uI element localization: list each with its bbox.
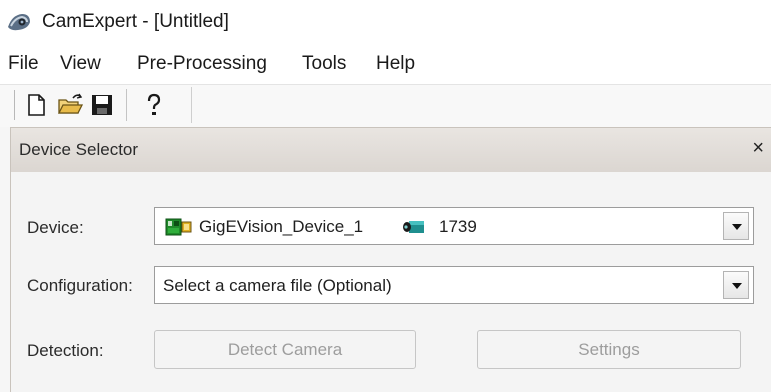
configuration-value: Select a camera file (Optional) <box>163 276 392 295</box>
new-document-icon[interactable] <box>22 91 50 119</box>
device-serial: 1739 <box>439 217 477 236</box>
open-folder-icon[interactable] <box>56 91 84 119</box>
menu-help[interactable]: Help <box>376 53 415 75</box>
window-title: CamExpert - [Untitled] <box>42 11 229 32</box>
menu-view[interactable]: View <box>60 53 101 75</box>
menu-file[interactable]: File <box>8 53 39 75</box>
menu-tools[interactable]: Tools <box>302 53 346 75</box>
panel-header: Device Selector × <box>10 127 771 172</box>
close-icon[interactable]: × <box>752 137 764 160</box>
toolbar-grip[interactable] <box>14 90 17 120</box>
device-dropdown-arrow[interactable] <box>723 212 749 240</box>
detect-camera-button[interactable]: Detect Camera <box>154 330 416 369</box>
device-selector-panel: Device Selector × Device: GigEVision_Dev… <box>0 127 771 392</box>
help-icon[interactable] <box>140 91 168 119</box>
configuration-dropdown-arrow[interactable] <box>723 271 749 299</box>
save-disk-icon[interactable] <box>88 91 116 119</box>
device-value: GigEVision_Device_1 <box>199 217 364 236</box>
menu-pre-processing[interactable]: Pre-Processing <box>137 53 267 75</box>
detection-label: Detection: <box>27 341 104 360</box>
camera-icon <box>403 221 424 233</box>
configuration-label: Configuration: <box>27 276 133 295</box>
panel-body: Device: GigEVision_Device_1 1739 Configu… <box>10 172 771 392</box>
panel-title: Device Selector <box>19 140 139 159</box>
menu-bar: File View Pre-Processing Tools Help <box>0 47 771 85</box>
configuration-dropdown[interactable]: Select a camera file (Optional) <box>154 266 754 304</box>
device-board-icon <box>165 218 192 236</box>
camexpert-app-icon[interactable] <box>6 11 32 33</box>
device-label: Device: <box>27 218 84 237</box>
toolbar-end-divider <box>191 87 192 123</box>
settings-button[interactable]: Settings <box>477 330 741 369</box>
toolbar <box>0 85 771 127</box>
title-bar: CamExpert - [Untitled] <box>0 0 771 47</box>
toolbar-separator <box>126 89 127 121</box>
device-dropdown[interactable]: GigEVision_Device_1 1739 <box>154 207 754 245</box>
